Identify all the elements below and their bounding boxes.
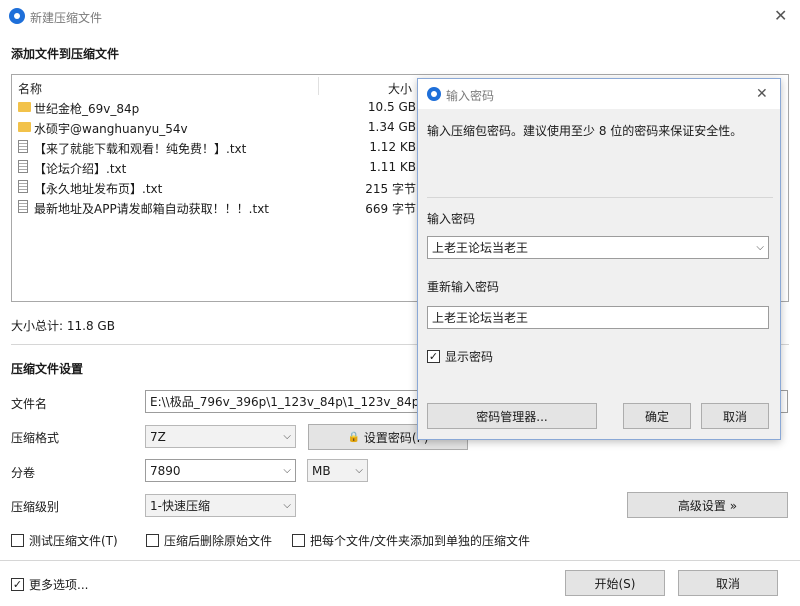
column-header-size[interactable]: 大小	[388, 80, 412, 97]
lock-icon: 🔒	[347, 431, 360, 443]
divider	[0, 560, 800, 561]
checkbox-box[interactable]: ✓	[427, 350, 440, 363]
each-separate-label: 把每个文件/文件夹添加到单独的压缩文件	[310, 534, 531, 548]
chevron-down-icon: ⌵	[283, 465, 291, 476]
checkbox-box[interactable]: ✓	[11, 578, 24, 591]
column-header-name[interactable]: 名称	[18, 80, 42, 97]
window-title: 新建压缩文件	[30, 11, 103, 25]
checkbox-box[interactable]	[11, 534, 24, 547]
list-item[interactable]: 【永久地址发布页】.txt 215 字节	[12, 177, 416, 197]
password-dialog: 输入密码 ✕ 输入压缩包密码。建议使用至少 8 位的密码来保证安全性。 输入密码…	[417, 78, 781, 440]
list-item-size: 1.12 KB	[369, 140, 416, 154]
list-item-name: 【永久地址发布页】.txt	[34, 182, 163, 196]
list-item[interactable]: 世纪金枪_69v_84p 10.5 GB	[12, 97, 416, 117]
list-item-name: 【论坛介绍】.txt	[34, 162, 127, 176]
folder-icon	[18, 122, 31, 132]
level-label: 压缩级别	[11, 500, 60, 514]
app-logo-icon	[9, 8, 25, 24]
close-icon[interactable]: ✕	[756, 86, 768, 102]
show-password-label: 显示密码	[445, 350, 494, 364]
password-input[interactable]: 上老王论坛当老王 ⌵	[427, 236, 769, 259]
cancel-button[interactable]: 取消	[678, 570, 778, 596]
chevron-down-icon[interactable]: ⌵	[756, 242, 764, 253]
delete-after-checkbox[interactable]: 压缩后删除原始文件	[146, 532, 272, 549]
list-item[interactable]: 水硕宇@wanghuanyu_54v 1.34 GB	[12, 117, 416, 137]
ok-button[interactable]: 确定	[623, 403, 691, 429]
list-item-size: 215 字节	[365, 182, 416, 196]
title-bar: 新建压缩文件 ✕	[0, 0, 800, 32]
folder-icon	[18, 102, 31, 112]
dialog-title: 输入密码	[446, 89, 495, 103]
level-value: 1-快速压缩	[150, 499, 210, 513]
format-label: 压缩格式	[11, 431, 60, 445]
list-item-name: 【来了就能下载和观看！纯免费！】.txt	[34, 142, 247, 156]
start-button[interactable]: 开始(S)	[565, 570, 665, 596]
split-size-combo[interactable]: 7890 ⌵	[145, 459, 296, 482]
column-divider[interactable]	[318, 77, 319, 95]
divider	[427, 197, 773, 198]
list-item-name: 水硕宇@wanghuanyu_54v	[34, 122, 188, 136]
more-options-label: 更多选项...	[29, 578, 89, 592]
chevron-down-icon: ⌵	[283, 431, 291, 442]
close-icon[interactable]: ✕	[774, 8, 787, 24]
split-unit-value: MB	[312, 463, 331, 478]
chevron-down-icon: ⌵	[355, 465, 363, 476]
split-unit-select[interactable]: MB ⌵	[307, 459, 368, 482]
split-label: 分卷	[11, 466, 36, 480]
each-separate-checkbox[interactable]: 把每个文件/文件夹添加到单独的压缩文件	[292, 532, 530, 549]
total-size: 大小总计: 11.8 GB	[11, 319, 115, 333]
dialog-title-bar: 输入密码 ✕	[418, 79, 780, 109]
reenter-password-input[interactable]: 上老王论坛当老王	[427, 306, 769, 329]
show-password-checkbox[interactable]: ✓ 显示密码	[427, 348, 493, 365]
level-select[interactable]: 1-快速压缩 ⌵	[145, 494, 296, 517]
reenter-password-label: 重新输入密码	[427, 280, 500, 294]
advanced-settings-button[interactable]: 高级设置 »	[627, 492, 788, 518]
file-icon	[18, 200, 28, 213]
password-manager-button[interactable]: 密码管理器...	[427, 403, 597, 429]
check-icon: ✓	[428, 350, 439, 363]
file-icon	[18, 140, 28, 153]
list-item[interactable]: 最新地址及APP请发邮箱自动获取！！！.txt 669 字节	[12, 197, 416, 217]
file-icon	[18, 160, 28, 173]
list-item-size: 669 字节	[365, 202, 416, 216]
split-size-value: 7890	[150, 463, 181, 478]
password-label: 输入密码	[427, 212, 476, 226]
dialog-cancel-button[interactable]: 取消	[701, 403, 769, 429]
list-item-size: 1.34 GB	[367, 120, 416, 134]
list-item-size: 1.11 KB	[369, 160, 416, 174]
delete-after-label: 压缩后删除原始文件	[164, 534, 273, 548]
password-value: 上老王论坛当老王	[432, 241, 529, 255]
filename-label: 文件名	[11, 397, 48, 411]
chevron-down-icon: ⌵	[283, 500, 291, 511]
list-item-name: 世纪金枪_69v_84p	[34, 102, 140, 116]
list-item[interactable]: 【来了就能下载和观看！纯免费！】.txt 1.12 KB	[12, 137, 416, 157]
dialog-hint: 输入压缩包密码。建议使用至少 8 位的密码来保证安全性。	[427, 124, 743, 138]
list-item-size: 10.5 GB	[367, 100, 416, 114]
test-archive-label: 测试压缩文件(T)	[29, 534, 118, 548]
checkbox-box[interactable]	[292, 534, 305, 547]
list-item-name: 最新地址及APP请发邮箱自动获取！！！.txt	[34, 202, 270, 216]
app-logo-icon	[427, 87, 441, 101]
test-archive-checkbox[interactable]: 测试压缩文件(T)	[11, 532, 118, 549]
section-archive-settings: 压缩文件设置	[11, 362, 84, 376]
list-item[interactable]: 【论坛介绍】.txt 1.11 KB	[12, 157, 416, 177]
section-add-files: 添加文件到压缩文件	[11, 47, 120, 61]
checkbox-box[interactable]	[146, 534, 159, 547]
file-icon	[18, 180, 28, 193]
format-value: 7Z	[150, 429, 166, 444]
check-icon: ✓	[12, 578, 23, 591]
format-select[interactable]: 7Z ⌵	[145, 425, 296, 448]
more-options-checkbox[interactable]: ✓ 更多选项...	[11, 576, 88, 593]
